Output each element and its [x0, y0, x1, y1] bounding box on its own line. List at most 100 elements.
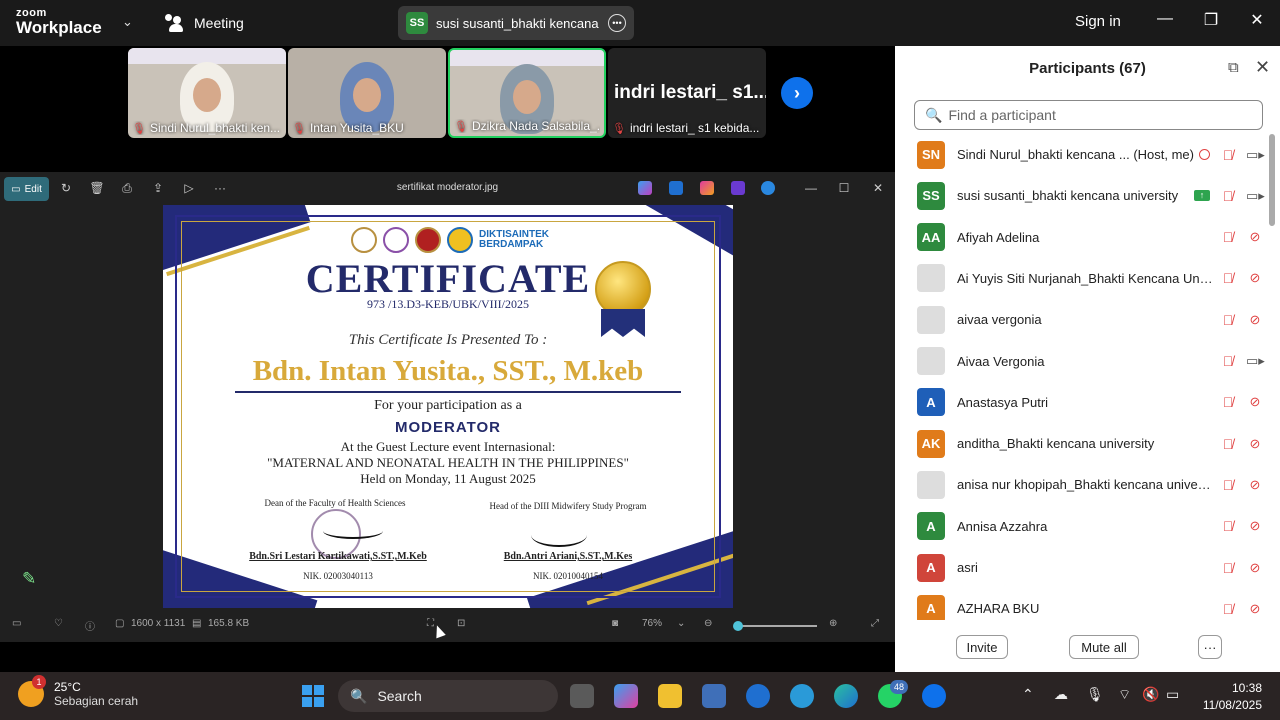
minimize-icon[interactable]: — — [803, 181, 819, 195]
mic-muted-icon[interactable]: 🎙̸ — [1220, 270, 1236, 286]
mic-muted-icon[interactable]: 🎙̸ — [1220, 436, 1236, 452]
favorite-icon[interactable]: ♡ — [54, 618, 63, 629]
next-page-button[interactable]: › — [781, 77, 813, 109]
invite-button[interactable]: Invite — [956, 635, 1008, 659]
video-off-icon[interactable]: ⊘ — [1246, 518, 1264, 534]
mic-muted-icon[interactable]: 🎙̸ — [1220, 312, 1236, 328]
participant-row[interactable]: Ai Yuyis Siti Nurjanah_Bhakti Kencana Un… — [895, 258, 1272, 299]
meeting-menu[interactable]: Meeting — [164, 14, 244, 32]
microsoft-store-icon[interactable] — [702, 684, 726, 708]
video-off-icon[interactable]: ⊘ — [1246, 312, 1264, 328]
video-off-icon[interactable]: ⊘ — [1246, 394, 1264, 410]
participant-row[interactable]: SS susi susanti_bhakti kencana university… — [895, 175, 1272, 216]
info-icon[interactable]: ⓘ — [85, 618, 95, 633]
participant-row[interactable]: Aasri 🎙̸ ⊘ — [895, 547, 1272, 588]
zoom-level[interactable]: 76% — [642, 618, 662, 629]
taskbar-search[interactable]: 🔍 Search — [338, 680, 558, 712]
speaker-muted-icon[interactable]: 🔇 — [1142, 686, 1159, 703]
hp-icon[interactable] — [746, 684, 770, 708]
system-clock[interactable]: 10:38 11/08/2025 — [1200, 680, 1262, 714]
participant-row[interactable]: anisa nur khopipah_Bhakti kencana univer… — [895, 464, 1272, 505]
zoom-slider-thumb[interactable] — [733, 621, 743, 631]
edge-browser-icon[interactable] — [834, 684, 858, 708]
video-off-icon[interactable]: ⊘ — [1246, 270, 1264, 286]
video-off-icon[interactable]: ⊘ — [1246, 601, 1264, 617]
maximize-icon[interactable]: ☐ — [836, 181, 852, 195]
windows-start-icon[interactable] — [302, 685, 324, 707]
file-explorer-icon[interactable] — [658, 684, 682, 708]
participant-row[interactable]: A AZHARA BKU 🎙̸ ⊘ — [895, 588, 1272, 620]
participant-list[interactable]: SN Sindi Nurul_bhakti kencana ... (Host, … — [895, 134, 1272, 620]
copilot-icon[interactable] — [614, 684, 638, 708]
screenshot-icon[interactable]: ◙ — [612, 618, 618, 629]
sign-in-button[interactable]: Sign in — [1075, 13, 1121, 30]
video-off-icon[interactable]: ⊘ — [1246, 477, 1264, 493]
video-tile-active[interactable]: 🎙 Dzikra Nada Salsabila_... — [448, 48, 606, 138]
slideshow-icon[interactable]: ▷ — [181, 181, 197, 195]
close-icon[interactable]: ✕ — [1247, 10, 1267, 30]
print-icon[interactable]: ⎙ — [119, 181, 135, 196]
pencil-icon[interactable]: ✎ — [22, 569, 50, 597]
designer-icon[interactable] — [669, 181, 683, 195]
filmstrip-icon[interactable]: ▭ — [12, 618, 21, 629]
zoom-app-icon[interactable] — [922, 684, 946, 708]
mic-muted-icon[interactable]: 🎙̸ — [1220, 188, 1236, 204]
onedrive-icon[interactable]: ☁ — [1054, 686, 1068, 703]
participant-row[interactable]: A Annisa Azzahra 🎙̸ ⊘ — [895, 506, 1272, 547]
video-tile-no-video[interactable]: indri lestari_ s1... 🎙 indri lestari_ s1 … — [608, 48, 766, 138]
wifi-icon[interactable]: ⌔ — [1118, 686, 1131, 704]
mic-muted-icon[interactable]: 🎙̸ — [1220, 518, 1236, 534]
microphone-icon[interactable]: 🎙 — [1086, 686, 1104, 703]
video-off-icon[interactable]: ⊘ — [1246, 229, 1264, 245]
more-options-icon[interactable]: ··· — [212, 181, 228, 195]
task-view-icon[interactable] — [570, 684, 594, 708]
delete-icon[interactable]: 🗑 — [89, 181, 105, 195]
video-off-icon[interactable]: ⊘ — [1246, 436, 1264, 452]
participant-row[interactable]: Aivaa Vergonia 🎙̸ ▭▸ — [895, 341, 1272, 382]
onedrive-icon[interactable] — [761, 181, 775, 195]
zoom-out-icon[interactable]: ⊖ — [704, 618, 712, 629]
more-icon[interactable]: ••• — [608, 14, 626, 32]
battery-icon[interactable]: ▭ — [1166, 686, 1179, 703]
participant-row[interactable]: AK anditha_Bhakti kencana university 🎙̸ ⊘ — [895, 423, 1272, 464]
participant-row[interactable]: AA Afiyah Adelina 🎙̸ ⊘ — [895, 217, 1272, 258]
mic-muted-icon[interactable]: 🎙̸ — [1220, 560, 1236, 576]
more-options-button[interactable]: ··· — [1198, 635, 1222, 659]
share-icon[interactable]: ⇪ — [150, 181, 166, 195]
video-editor-icon[interactable] — [731, 181, 745, 195]
popout-icon[interactable]: ⧉ — [1228, 59, 1239, 76]
weather-widget[interactable]: 1 25°C Sebagian cerah — [18, 675, 138, 708]
mic-muted-icon[interactable]: 🎙̸ — [1220, 477, 1236, 493]
fullscreen-icon[interactable]: ⤢ — [871, 618, 879, 629]
edit-button[interactable]: ▭ Edit — [4, 177, 49, 201]
video-tile[interactable]: 🎙 Sindi Nurul_bhakti ken... — [128, 48, 286, 138]
restore-icon[interactable]: ❐ — [1201, 10, 1221, 30]
participant-row[interactable]: aivaa vergonia 🎙̸ ⊘ — [895, 299, 1272, 340]
video-tile[interactable]: 🎙 Intan Yusita_BKU — [288, 48, 446, 138]
close-icon[interactable]: ✕ — [870, 181, 886, 195]
close-icon[interactable]: ✕ — [1255, 57, 1270, 78]
actual-size-icon[interactable]: ⊡ — [457, 618, 465, 629]
chevron-up-icon[interactable]: ⌃ — [1022, 686, 1034, 703]
copilot-icon[interactable] — [638, 181, 652, 195]
mic-muted-icon[interactable]: 🎙̸ — [1220, 353, 1236, 369]
mic-muted-icon[interactable]: 🎙̸ — [1220, 394, 1236, 410]
mic-muted-icon[interactable]: 🎙̸ — [1220, 601, 1236, 617]
clipchamp-icon[interactable] — [700, 181, 714, 195]
minimize-icon[interactable]: — — [1155, 10, 1175, 28]
help-icon[interactable] — [790, 684, 814, 708]
video-on-icon[interactable]: ▭▸ — [1246, 147, 1265, 163]
zoom-slider[interactable] — [733, 621, 817, 631]
video-on-icon[interactable]: ▭▸ — [1246, 188, 1265, 204]
mute-all-button[interactable]: Mute all — [1069, 635, 1139, 659]
participant-row[interactable]: SN Sindi Nurul_bhakti kencana ... (Host, … — [895, 134, 1272, 175]
participant-row[interactable]: A Anastasya Putri 🎙̸ ⊘ — [895, 382, 1272, 423]
scrollbar[interactable] — [1269, 134, 1275, 226]
participant-search-input[interactable]: 🔍 Find a participant — [914, 100, 1263, 130]
rotate-icon[interactable]: ↻ — [58, 181, 74, 195]
video-off-icon[interactable]: ⊘ — [1246, 560, 1264, 576]
video-on-icon[interactable]: ▭▸ — [1246, 353, 1265, 369]
active-speaker-pill[interactable]: SS susi susanti_bhakti kencana univc ••• — [398, 6, 634, 40]
chevron-down-icon[interactable]: ⌄ — [122, 14, 133, 30]
zoom-in-icon[interactable]: ⊕ — [829, 618, 837, 629]
